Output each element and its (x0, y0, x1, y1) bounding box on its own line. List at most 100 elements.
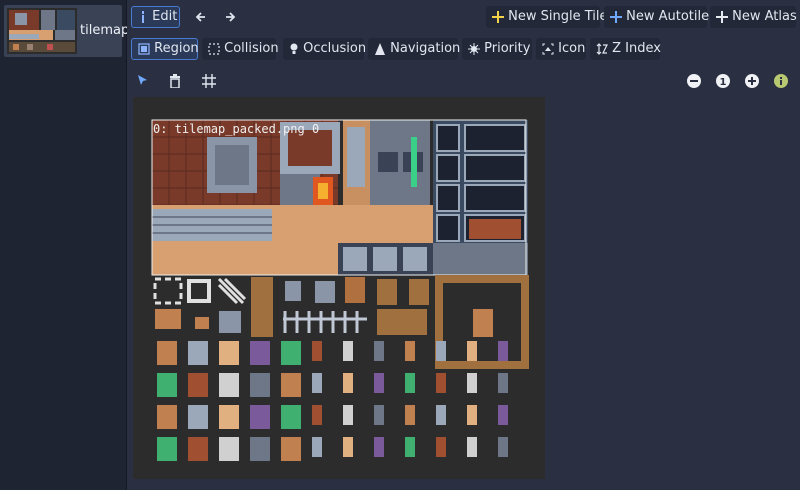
trash-icon (170, 73, 180, 88)
tile-sprite (343, 437, 353, 457)
tab-icon[interactable]: Icon (536, 38, 586, 60)
zoom-in-button[interactable] (745, 70, 761, 92)
new-atlas-label: New Atlas (732, 9, 797, 24)
texture-name: tilemap (80, 23, 130, 38)
priority-icon (468, 42, 480, 55)
tile-sprite (405, 373, 415, 393)
tile-sprite (250, 373, 270, 397)
tile-sprite (312, 405, 322, 425)
zoom-reset-label: 1 (720, 77, 727, 88)
back-arrow-icon[interactable] (193, 6, 209, 28)
tab-navigation[interactable]: Navigation (368, 38, 461, 60)
new-atlas-button[interactable]: New Atlas (710, 6, 797, 28)
tile-sprite (405, 437, 415, 457)
zoom-reset-icon: 1 (716, 73, 730, 88)
tile-sprite (436, 437, 446, 457)
plus-circle-icon (745, 73, 759, 88)
tile-sprite (436, 405, 446, 425)
tile-sprite (436, 373, 446, 393)
snap-grid-button[interactable] (202, 70, 220, 92)
new-autotile-button[interactable]: New Autotile (604, 6, 709, 28)
tile-sprite (219, 405, 239, 429)
tile-sprite (281, 341, 301, 365)
texture-thumbnail (7, 8, 77, 54)
tile-sprite (312, 437, 322, 457)
tab-navigation-label: Navigation (390, 41, 461, 56)
tab-z-index[interactable]: Z Index (590, 38, 661, 60)
zoom-reset-button[interactable]: 1 (716, 70, 732, 92)
tile-sprite (467, 405, 477, 425)
tileset-canvas[interactable]: 0: tilemap_packed.png 0 (133, 97, 545, 479)
tab-occlusion-label: Occlusion (303, 41, 367, 56)
tile-sprite (467, 437, 477, 457)
tile-sprite (219, 341, 239, 365)
cursor-icon (138, 74, 147, 85)
tile-sprite (374, 373, 384, 393)
texture-list: tilemap (0, 0, 129, 490)
new-single-tile-label: New Single Tile (508, 9, 608, 24)
tile-sprite (436, 341, 446, 361)
collision-icon (208, 42, 220, 55)
tab-collision[interactable]: Collision (202, 38, 279, 60)
tile-sprite (157, 405, 177, 429)
tile-sprite (467, 341, 477, 361)
edit-button[interactable]: Edit (131, 6, 180, 28)
delete-button[interactable] (168, 70, 184, 92)
region-icon (138, 42, 150, 55)
tile-sprite (374, 405, 384, 425)
tab-z-index-label: Z Index (612, 41, 661, 56)
zoom-out-button[interactable] (687, 70, 703, 92)
tile-sprite (188, 405, 208, 429)
tile-sprite (250, 437, 270, 461)
tile-sprite (343, 405, 353, 425)
edit-icon (142, 10, 144, 23)
icon-mode-icon (542, 43, 554, 54)
tab-collision-label: Collision (224, 41, 279, 56)
new-single-tile-button[interactable]: New Single Tile (486, 6, 608, 28)
tile-sprite (281, 437, 301, 461)
tile-sprite (374, 437, 384, 457)
tile-sprite (312, 373, 322, 393)
tile-sprite (281, 373, 301, 397)
tile-sprite (157, 341, 177, 365)
minus-circle-icon (687, 73, 701, 88)
tile-sprite (498, 341, 508, 361)
tab-occlusion[interactable]: Occlusion (283, 38, 367, 60)
texture-item-tilemap[interactable]: tilemap (4, 5, 129, 57)
select-tool-button[interactable] (137, 70, 151, 92)
navigation-icon (375, 42, 385, 55)
z-index-icon (596, 42, 608, 55)
plus-icon (716, 10, 728, 23)
tile-sprite (188, 373, 208, 397)
tile-sprite (405, 341, 415, 361)
tab-icon-label: Icon (558, 41, 586, 56)
tile-sprite (157, 373, 177, 397)
tile-sprite (250, 405, 270, 429)
tile-sprite (498, 373, 508, 393)
plus-icon (492, 10, 504, 23)
tile-sprite (405, 405, 415, 425)
tile-sprite (374, 341, 384, 361)
tile-sprite (157, 437, 177, 461)
tileset-image (151, 119, 529, 461)
tile-sprite (219, 373, 239, 397)
tile-sprite (281, 405, 301, 429)
tile-sprite (498, 437, 508, 457)
forward-arrow-icon[interactable] (222, 6, 238, 28)
tab-region[interactable]: Region (131, 38, 199, 60)
edit-label: Edit (152, 9, 178, 24)
info-button[interactable] (774, 70, 790, 92)
tile-sprite (498, 405, 508, 425)
plus-icon (610, 10, 622, 23)
tile-sprite (250, 341, 270, 365)
tile-sprite (467, 373, 477, 393)
tab-region-label: Region (154, 41, 199, 56)
tile-sprite (343, 341, 353, 361)
tab-priority-label: Priority (484, 41, 531, 56)
tile-sprite (188, 341, 208, 365)
grid-snap-icon (202, 73, 216, 88)
tile-sprite (188, 437, 208, 461)
tab-priority[interactable]: Priority (462, 38, 532, 60)
info-icon (774, 73, 788, 88)
region-label: 0: tilemap_packed.png 0 (153, 122, 320, 136)
